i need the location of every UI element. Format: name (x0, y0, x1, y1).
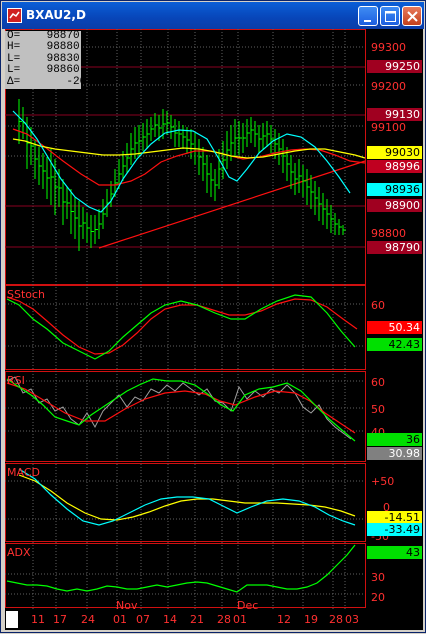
grid-vertical (32, 29, 346, 609)
rsi-badge: 30.98 (367, 447, 422, 460)
scroll-handle[interactable] (6, 611, 18, 628)
day-tick-label: 01 (113, 613, 127, 626)
stoch-slow-line (6, 296, 358, 355)
month-label: Dec (237, 599, 259, 612)
month-label: Nov (116, 599, 138, 612)
ohlc-readout: O= 98870 H= 98880 L= 98830 L= 98860 Δ= -… (5, 30, 87, 89)
trendline[interactable] (98, 160, 366, 249)
price-badge: 98936 (367, 183, 422, 196)
day-tick-label: 28 (217, 613, 231, 626)
chart-app-icon (7, 8, 22, 23)
chart-canvas[interactable] (5, 29, 423, 630)
day-tick-label: 17 (53, 613, 67, 626)
day-tick-label: 03 (345, 613, 359, 626)
day-tick-label: 21 (190, 613, 204, 626)
close-button[interactable] (402, 6, 422, 26)
macd-line (18, 468, 356, 526)
stoch-tick-label: 60 (371, 299, 385, 312)
day-tick-label: 01 (233, 613, 247, 626)
macd-tick-label: +50 (371, 475, 395, 488)
minimize-icon (364, 20, 371, 22)
title-bar[interactable]: BXAU2,D (2, 2, 424, 29)
price-tick-label: 99200 (371, 80, 406, 93)
stoch-panel-title: SStoch (7, 288, 46, 301)
day-tick-label: 19 (304, 613, 318, 626)
adx-panel-title: ADX (7, 546, 31, 559)
ohlc-change: Δ= -20 (7, 75, 87, 88)
day-tick-label: 28 (329, 613, 343, 626)
rsi-badge: 36 (367, 433, 422, 446)
day-tick-label: 12 (277, 613, 291, 626)
stoch-badge: 50.34 (367, 321, 422, 334)
ma-mid-line (12, 138, 366, 159)
chart-window: BXAU2,D O= 98870 H= 98880 L= 98830 L= 98… (0, 0, 426, 633)
window-title: BXAU2,D (26, 8, 86, 22)
close-icon (407, 11, 418, 22)
day-tick-label: 07 (136, 613, 150, 626)
adx-tick-label: 30 (371, 571, 385, 584)
adx-tick-label: 20 (371, 591, 385, 604)
maximize-icon (385, 11, 396, 22)
maximize-button[interactable] (380, 6, 400, 26)
day-tick-label: 11 (31, 613, 45, 626)
price-tick-label: 99300 (371, 41, 406, 54)
price-badge: 98900 (367, 199, 422, 212)
price-badge: 98790 (367, 241, 422, 254)
rsi-tick-label: 50 (371, 403, 385, 416)
minimize-button[interactable] (358, 6, 378, 26)
day-tick-label: 14 (163, 613, 177, 626)
macd-panel-title: MACD (7, 466, 40, 479)
price-bars (18, 99, 346, 251)
rsi-panel-title: RSI (7, 374, 25, 387)
ma-long-line (12, 128, 366, 186)
adx-badge: 43 (367, 546, 422, 559)
ohlc-close: L= 98860 (7, 64, 80, 77)
price-tick-label: 98800 (371, 227, 406, 240)
price-badge: 99030 (367, 146, 422, 159)
macd-badge: -33.49 (367, 523, 422, 536)
grid-horizontal (5, 46, 365, 595)
price-badge: 99250 (367, 60, 422, 73)
price-badge: 98996 (367, 160, 422, 173)
price-tick-label: 99100 (371, 121, 406, 134)
panel-borders (5, 29, 366, 608)
day-tick-label: 24 (81, 613, 95, 626)
rsi-tick-label: 60 (371, 376, 385, 389)
chart-svg (5, 29, 366, 609)
stoch-badge: 42.43 (367, 338, 422, 351)
price-badge: 99130 (367, 108, 422, 121)
